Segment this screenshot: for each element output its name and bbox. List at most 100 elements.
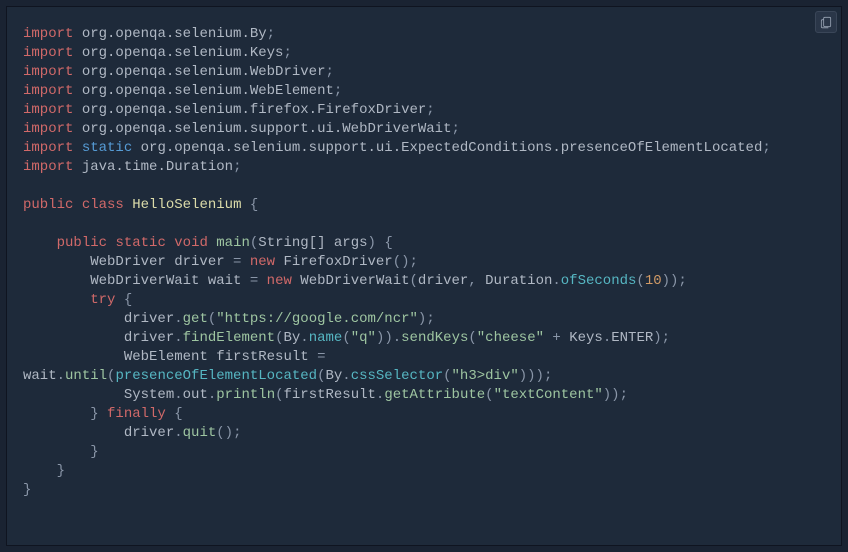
code-token <box>23 235 57 251</box>
code-token: org.openqa.selenium.support.ui.WebDriver… <box>82 121 452 137</box>
code-token: ; <box>325 64 333 80</box>
code-token: ; <box>334 83 342 99</box>
code-token: WebDriver driver <box>90 254 224 270</box>
code-token: } <box>23 482 31 498</box>
code-token: wait <box>23 368 57 384</box>
code-token: ENTER <box>611 330 653 346</box>
code-token: 10 <box>645 273 662 289</box>
code-token: driver <box>124 311 174 327</box>
code-token: cssSelector <box>351 368 443 384</box>
code-token: try <box>90 292 115 308</box>
code-token: ; <box>283 45 291 61</box>
code-token: . <box>174 311 182 327</box>
code-token: ( <box>275 387 283 403</box>
code-token: "q" <box>351 330 376 346</box>
code-token: } <box>23 406 107 422</box>
code-token: until <box>65 368 107 384</box>
code-token <box>23 330 124 346</box>
code-token: import <box>23 102 73 118</box>
code-token: . <box>300 330 308 346</box>
code-token: ( <box>443 368 451 384</box>
code-token <box>124 197 132 213</box>
code-token: By <box>325 368 342 384</box>
code-token: . <box>174 425 182 441</box>
code-token: class <box>82 197 124 213</box>
code-token: println <box>216 387 275 403</box>
code-token <box>73 159 81 175</box>
code-token: ( <box>342 330 350 346</box>
code-token: sendKeys <box>401 330 468 346</box>
code-token: )); <box>603 387 628 403</box>
code-token: void <box>174 235 208 251</box>
code-token: HelloSelenium <box>132 197 241 213</box>
code-token: "cheese" <box>477 330 544 346</box>
code-token: org.openqa.selenium.WebElement <box>82 83 334 99</box>
code-token <box>23 311 124 327</box>
code-token: ( <box>410 273 418 289</box>
code-token <box>132 140 140 156</box>
code-token: import <box>23 159 73 175</box>
code-token: . <box>552 273 560 289</box>
code-token <box>23 387 124 403</box>
code-content: import org.openqa.selenium.By; import or… <box>23 25 825 500</box>
code-token: getAttribute <box>384 387 485 403</box>
code-token: ; <box>233 159 241 175</box>
code-token <box>73 197 81 213</box>
code-token: WebElement firstResult <box>124 349 309 365</box>
code-token: ); <box>418 311 435 327</box>
code-token <box>73 121 81 137</box>
code-token <box>73 83 81 99</box>
code-token: . <box>57 368 65 384</box>
code-token: = <box>225 254 250 270</box>
code-token: finally <box>107 406 166 422</box>
code-token: ) { <box>368 235 393 251</box>
code-token: import <box>23 26 73 42</box>
code-token: java.time.Duration <box>82 159 233 175</box>
code-token: firstResult <box>284 387 376 403</box>
code-token <box>73 45 81 61</box>
code-token: ; <box>267 26 275 42</box>
code-token: + <box>544 330 569 346</box>
code-token: , <box>468 273 485 289</box>
code-token <box>23 425 124 441</box>
code-token: presenceOfElementLocated <box>115 368 317 384</box>
code-token: Duration <box>485 273 552 289</box>
code-token: org.openqa.selenium.firefox.FirefoxDrive… <box>82 102 426 118</box>
code-token: import <box>23 83 73 99</box>
code-token <box>166 235 174 251</box>
code-token: (); <box>393 254 418 270</box>
code-token: ( <box>485 387 493 403</box>
code-token: ))); <box>519 368 553 384</box>
code-token <box>23 292 90 308</box>
code-token: driver <box>418 273 468 289</box>
code-token: public <box>57 235 107 251</box>
code-token: driver <box>124 330 174 346</box>
code-token: . <box>174 330 182 346</box>
clipboard-icon <box>819 15 833 29</box>
code-token: . <box>342 368 350 384</box>
code-token: get <box>183 311 208 327</box>
code-token: "textContent" <box>494 387 603 403</box>
code-token: )). <box>376 330 401 346</box>
code-token: System <box>124 387 174 403</box>
code-token <box>73 102 81 118</box>
code-token <box>23 349 124 365</box>
code-token: ); <box>653 330 670 346</box>
code-token: static <box>82 140 132 156</box>
code-token <box>73 64 81 80</box>
copy-button[interactable] <box>815 11 837 33</box>
code-token: FirefoxDriver <box>283 254 392 270</box>
code-token: org.openqa.selenium.By <box>82 26 267 42</box>
code-token: name <box>309 330 343 346</box>
code-token: import <box>23 121 73 137</box>
code-token: WebDriverWait wait <box>90 273 241 289</box>
code-token <box>23 273 90 289</box>
code-token: ; <box>762 140 770 156</box>
code-token: String[] args <box>258 235 367 251</box>
code-token: import <box>23 45 73 61</box>
code-token: Keys <box>569 330 603 346</box>
code-token: . <box>603 330 611 346</box>
code-token: out <box>183 387 208 403</box>
code-token: quit <box>183 425 217 441</box>
code-token: driver <box>124 425 174 441</box>
